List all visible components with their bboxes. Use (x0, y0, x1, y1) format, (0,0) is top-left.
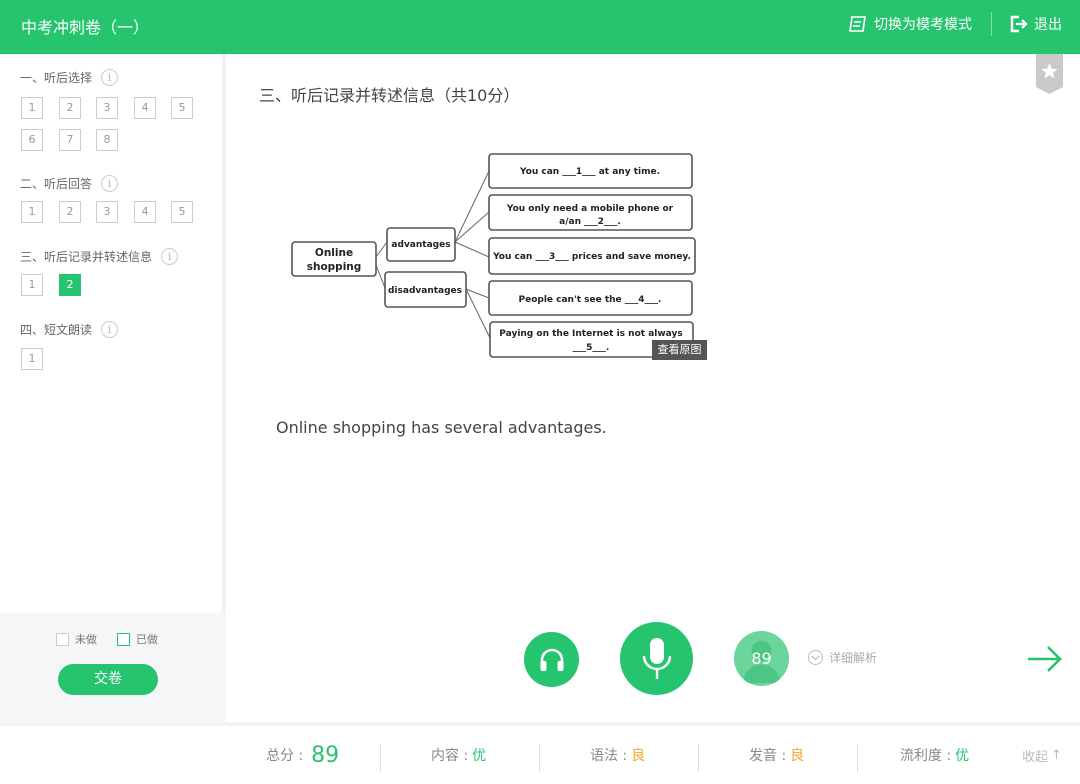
switch-mode-button[interactable]: 切换为模考模式 (848, 13, 972, 35)
info-icon[interactable]: i (161, 247, 179, 265)
metric-content-label: 内容 : (431, 748, 469, 764)
metric-fluency-label: 流利度 : (900, 748, 952, 764)
metric-total: 总分 : 89 (266, 726, 339, 784)
metric-divider (698, 744, 699, 772)
arrow-right-icon[interactable] (1026, 644, 1064, 674)
exit-icon (1010, 15, 1028, 33)
microphone-icon (642, 637, 671, 679)
question-number-button[interactable]: 1 (21, 97, 43, 119)
question-number-button[interactable]: 4 (134, 201, 156, 223)
switch-mode-label: 切换为模考模式 (874, 17, 972, 33)
bookmark-star-icon[interactable] (1036, 54, 1063, 94)
metric-grammar-value: 良 (631, 748, 646, 764)
detailed-analysis-label: 详细解析 (829, 651, 878, 665)
legend-undone-label: 未做 (75, 633, 97, 646)
mind-map-box-3: You can ___3___ prices and save money. (492, 252, 691, 262)
mind-map-box-1: You can ___1___ at any time. (519, 167, 660, 177)
exit-label: 退出 (1034, 17, 1062, 33)
info-icon[interactable]: i (101, 174, 119, 192)
score-avatar[interactable]: 89 (734, 631, 789, 686)
mind-map-root-line2: shopping (307, 261, 362, 273)
mind-map-box-5-line1: Paying on the Internet is not always (499, 329, 682, 339)
mind-map-box-4: People can't see the ___4___. (519, 295, 662, 305)
mind-map-box-5-line2: ___5___. (573, 343, 610, 353)
metric-total-label: 总分 : (266, 748, 304, 764)
metric-fluency-value: 优 (955, 748, 970, 764)
arrow-up-icon: ↑ (1051, 747, 1062, 763)
metric-divider (380, 744, 381, 772)
listen-original-button[interactable] (524, 632, 579, 687)
question-number-button[interactable]: 1 (21, 274, 43, 296)
submit-exam-button[interactable]: 交卷 (58, 664, 158, 695)
metric-total-value: 89 (311, 742, 340, 768)
record-button[interactable] (620, 622, 693, 695)
mind-map-disadvantages: disadvantages (388, 286, 462, 296)
question-number-button[interactable]: 2 (59, 97, 81, 119)
question-number-button[interactable]: 1 (21, 348, 43, 370)
info-icon[interactable]: i (101, 320, 119, 338)
metric-divider (857, 744, 858, 772)
collapse-button[interactable]: 收起 ↑ (1022, 726, 1062, 784)
question-number-button[interactable]: 3 (96, 201, 118, 223)
section-listen-choose: 一、听后选择 i (20, 68, 119, 86)
question-number-button[interactable]: 1 (21, 201, 43, 223)
mind-map-box-2-line2: a/an ___2___. (559, 217, 621, 227)
question-number-button[interactable]: 4 (134, 97, 156, 119)
metric-pronunciation-label: 发音 : (749, 748, 787, 764)
section-title: 三、听后记录并转述信息 (20, 249, 153, 264)
section-record-relay: 三、听后记录并转述信息 i (20, 247, 179, 265)
metric-grammar-label: 语法 : (590, 748, 628, 764)
exit-button[interactable]: 退出 (1010, 13, 1062, 35)
legend-done-label: 已做 (136, 633, 158, 646)
metric-divider (539, 744, 540, 772)
info-icon[interactable]: i (101, 68, 119, 86)
detailed-analysis-link[interactable]: 详细解析 (808, 649, 877, 666)
mind-map-box-2-line1: You only need a mobile phone or (506, 204, 674, 214)
metric-content-value: 优 (472, 748, 487, 764)
header-divider (991, 12, 992, 36)
score-summary-bar: 总分 : 89 内容 : 优 语法 : 良 发音 : 良 流利度 : 优 收起 … (0, 726, 1080, 784)
question-number-button[interactable]: 8 (96, 129, 118, 151)
section-listen-answer: 二、听后回答 i (20, 174, 119, 192)
question-number-button-done[interactable]: 2 (59, 274, 81, 296)
question-panel: 三、听后记录并转述信息（共10分） Online shopping advant… (226, 54, 1080, 722)
mind-map-figure: Online shopping advantages disadvantages… (291, 153, 696, 358)
mind-map-root-line1: Online (315, 247, 353, 259)
legend-undone-swatch (56, 632, 69, 646)
collapse-label: 收起 (1022, 749, 1049, 765)
legend-undone: 未做 (56, 631, 97, 647)
section-title: 二、听后回答 (20, 176, 93, 191)
legend-done: 已做 (117, 631, 158, 647)
exam-title: 中考冲刺卷（一） (21, 18, 150, 37)
question-number-button[interactable]: 3 (96, 97, 118, 119)
view-original-image-button[interactable]: 查看原图 (652, 340, 707, 360)
question-number-button[interactable]: 7 (59, 129, 81, 151)
question-number-button[interactable]: 5 (171, 201, 193, 223)
question-title: 三、听后记录并转述信息（共10分） (259, 86, 520, 105)
metric-fluency: 流利度 : 优 (900, 726, 969, 784)
transcribed-answer: Online shopping has several advantages. (276, 418, 607, 437)
sidebar-footer: 未做 已做 交卷 (0, 613, 226, 722)
metric-content: 内容 : 优 (431, 726, 486, 784)
metric-grammar: 语法 : 良 (590, 726, 645, 784)
metric-pronunciation-value: 良 (790, 748, 805, 764)
section-reading-aloud: 四、短文朗读 i (20, 320, 119, 338)
section-title: 四、短文朗读 (20, 322, 93, 337)
top-bar: 中考冲刺卷（一） 切换为模考模式 退出 (0, 0, 1080, 54)
headphones-icon (540, 648, 563, 671)
section-title: 一、听后选择 (20, 70, 93, 85)
metric-pronunciation: 发音 : 良 (749, 726, 804, 784)
chevron-down-icon (808, 650, 823, 665)
switch-mode-icon (849, 16, 866, 32)
question-number-button[interactable]: 2 (59, 201, 81, 223)
score-value: 89 (751, 649, 772, 668)
question-number-button[interactable]: 5 (171, 97, 193, 119)
legend-done-swatch (117, 632, 130, 646)
mind-map-advantages: advantages (391, 240, 450, 250)
question-number-button[interactable]: 6 (21, 129, 43, 151)
